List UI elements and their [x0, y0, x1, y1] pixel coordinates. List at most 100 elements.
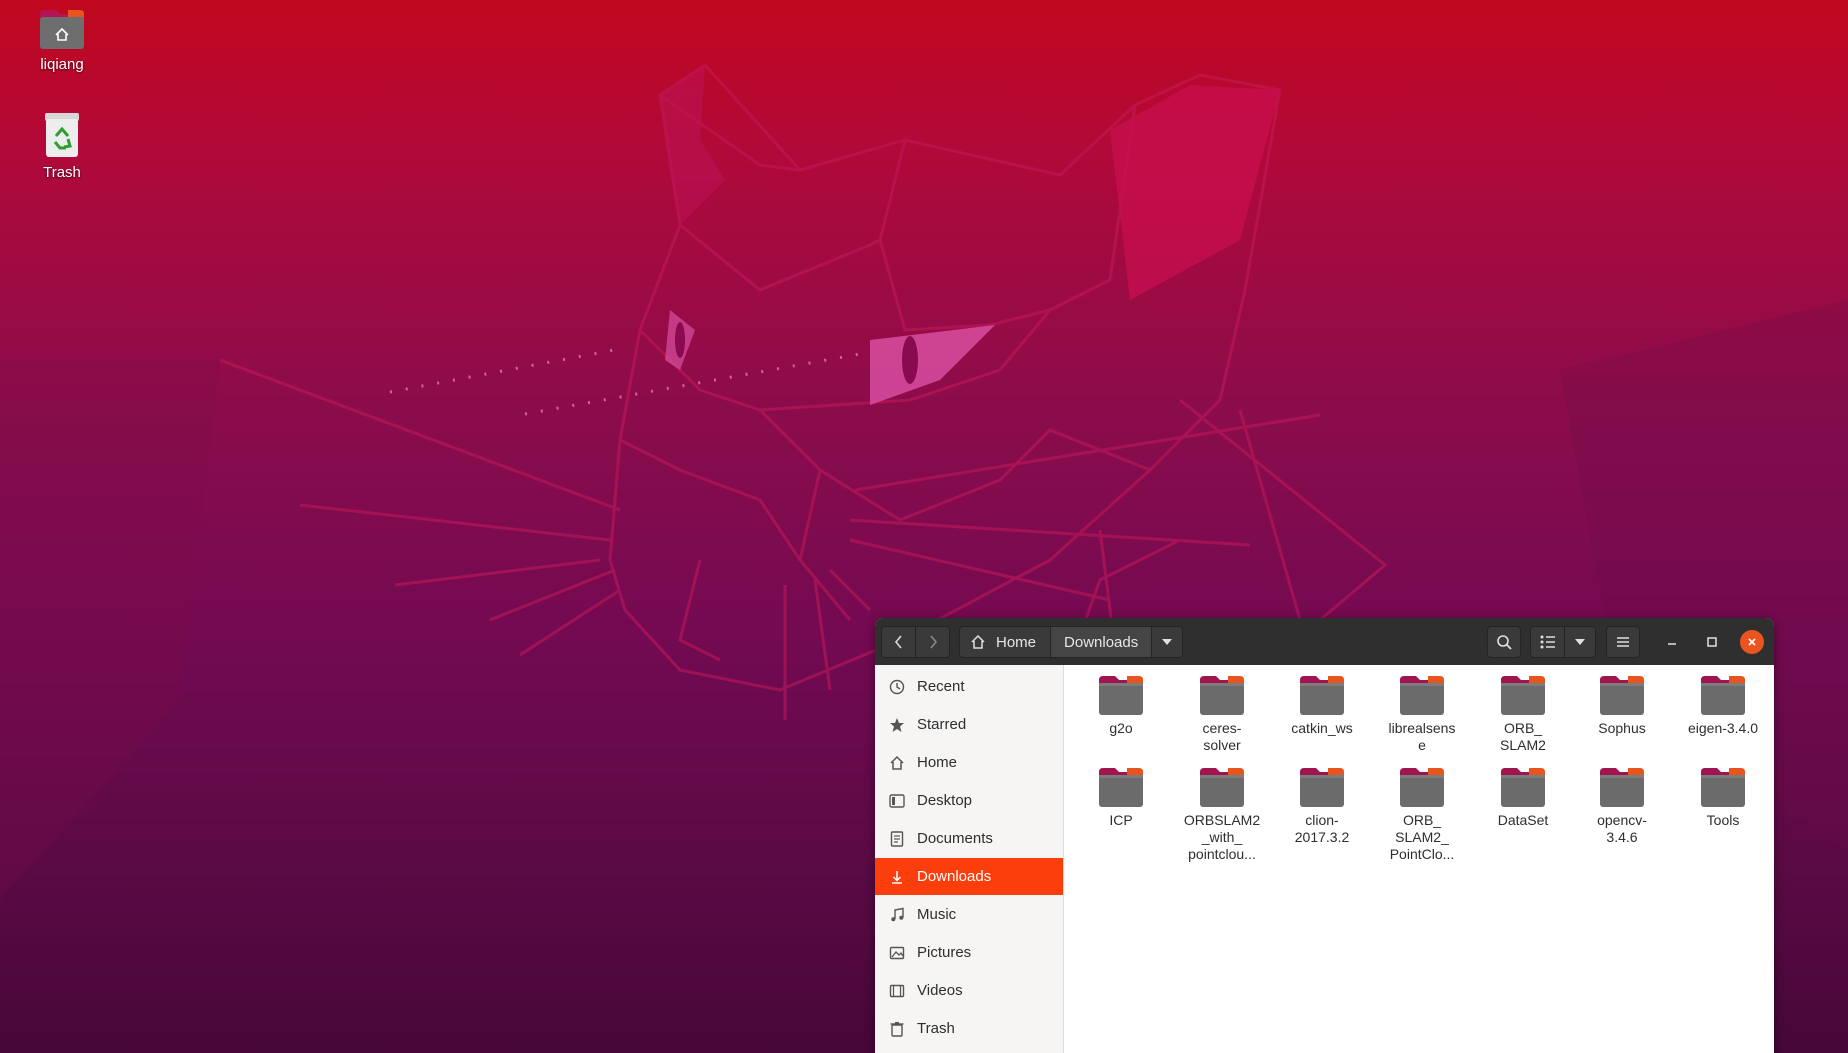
folder-name: librealsens e — [1388, 720, 1456, 753]
file-grid: g2o ceres- solver catkin_ws librealsens e OR… — [1064, 665, 1774, 1053]
chevron-right-icon — [929, 635, 937, 649]
desktop-icon-label: liqiang — [40, 56, 84, 73]
maximize-button[interactable] — [1700, 630, 1724, 654]
desktop-icon — [889, 793, 905, 808]
folder-icon — [1300, 676, 1344, 715]
folder-icon — [1200, 768, 1244, 807]
sidebar-item-starred[interactable]: Starred — [875, 706, 1063, 743]
folder-icon — [1701, 768, 1745, 807]
folder-item[interactable]: Sophus — [1576, 674, 1668, 737]
folder-name: Tools — [1706, 812, 1740, 828]
sidebar-item-label: Music — [917, 906, 957, 923]
path-menu-button[interactable] — [1152, 626, 1184, 658]
close-icon — [1748, 638, 1756, 646]
folder-item[interactable]: ORB_ SLAM2_ PointClo... — [1376, 766, 1468, 863]
main-menu-button[interactable] — [1606, 626, 1640, 658]
folder-icon — [1600, 768, 1644, 807]
sidebar-item-label: Documents — [917, 830, 993, 847]
header-bar: Home Downloads — [875, 618, 1774, 666]
folder-item[interactable]: ceres- solver — [1176, 674, 1268, 754]
folder-item[interactable]: DataSet — [1477, 766, 1569, 829]
folder-item[interactable]: opencv- 3.4.6 — [1576, 766, 1668, 846]
folder-icon — [1099, 676, 1143, 715]
desktop-icon-label: Trash — [43, 164, 81, 181]
chevron-left-icon — [894, 635, 902, 649]
sidebar-item-music[interactable]: Music — [875, 896, 1063, 933]
caret-down-icon — [1162, 639, 1173, 645]
file-manager-window: Home Downloads Recent Starred Home Deskt… — [875, 618, 1774, 1053]
folder-icon — [1200, 676, 1244, 715]
home-folder-icon — [40, 10, 84, 49]
home-icon — [971, 634, 985, 649]
folder-item[interactable]: librealsens e — [1376, 674, 1468, 754]
folder-name: DataSet — [1497, 812, 1549, 828]
folder-icon — [1600, 676, 1644, 715]
maximize-icon — [1707, 637, 1717, 647]
music-icon — [891, 907, 904, 921]
picture-icon — [889, 946, 905, 959]
sidebar-item-label: Desktop — [917, 792, 973, 809]
star-icon — [890, 717, 904, 732]
folder-item[interactable]: clion- 2017.3.2 — [1276, 766, 1368, 846]
folder-name: catkin_ws — [1291, 720, 1353, 736]
sidebar-item-label: Downloads — [917, 868, 992, 885]
sidebar-item-home[interactable]: Home — [875, 744, 1063, 781]
folder-name: ORB_ SLAM2 — [1500, 720, 1546, 753]
minimize-button[interactable] — [1660, 630, 1684, 654]
sidebar-item-documents[interactable]: Documents — [875, 820, 1063, 857]
folder-item[interactable]: g2o — [1075, 674, 1167, 737]
view-options-button[interactable] — [1564, 626, 1596, 658]
folder-item[interactable]: ORB_ SLAM2 — [1477, 674, 1569, 754]
sidebar-item-label: Home — [917, 754, 958, 771]
folder-icon — [1400, 676, 1444, 715]
video-icon — [889, 984, 905, 997]
folder-name: ORB_ SLAM2_ PointClo... — [1389, 812, 1455, 862]
folder-name: ORBSLAM2 _with_ pointclou... — [1183, 812, 1261, 862]
sidebar-item-pictures[interactable]: Pictures — [875, 934, 1063, 971]
breadcrumb-home-label: Home — [996, 633, 1037, 651]
home-icon — [890, 755, 904, 770]
minimize-icon — [1668, 643, 1676, 645]
folder-item[interactable]: catkin_ws — [1276, 674, 1368, 737]
forward-button[interactable] — [915, 626, 950, 658]
folder-icon — [1300, 768, 1344, 807]
folder-name: clion- 2017.3.2 — [1294, 812, 1350, 845]
desktop-home-folder[interactable]: liqiang — [2, 8, 122, 73]
folder-name: eigen-3.4.0 — [1687, 720, 1759, 736]
folder-item[interactable]: eigen-3.4.0 — [1677, 674, 1769, 737]
close-button[interactable] — [1740, 630, 1764, 654]
sidebar-item-desktop[interactable]: Desktop — [875, 782, 1063, 819]
search-icon — [1497, 635, 1512, 650]
folder-name: ceres- solver — [1202, 720, 1242, 753]
breadcrumb-home[interactable]: Home — [959, 626, 1052, 658]
sidebar-item-trash[interactable]: Trash — [875, 1010, 1063, 1047]
view-mode-button[interactable] — [1530, 626, 1565, 658]
hamburger-icon — [1617, 637, 1629, 647]
sidebar-item-label: Recent — [917, 678, 965, 695]
folder-icon — [1501, 676, 1545, 715]
folder-name: g2o — [1109, 720, 1133, 736]
breadcrumb-current-label: Downloads — [1064, 633, 1139, 651]
folder-item[interactable]: Tools — [1677, 766, 1769, 829]
sidebar-item-recent[interactable]: Recent — [875, 668, 1063, 705]
document-icon — [890, 830, 904, 847]
clock-icon — [889, 679, 905, 694]
folder-icon — [1501, 768, 1545, 807]
back-button[interactable] — [881, 626, 916, 658]
caret-down-icon — [1575, 639, 1585, 645]
search-button[interactable] — [1487, 626, 1521, 658]
folder-item[interactable]: ICP — [1075, 766, 1167, 829]
breadcrumb-downloads[interactable]: Downloads — [1051, 626, 1153, 658]
desktop-trash[interactable]: Trash — [2, 112, 122, 181]
trash-icon — [890, 1021, 904, 1037]
sidebar-item-downloads[interactable]: Downloads — [875, 858, 1063, 895]
folder-icon — [1400, 768, 1444, 807]
sidebar-item-label: Trash — [917, 1020, 955, 1037]
trash-icon — [45, 113, 79, 157]
breadcrumb: Home Downloads — [959, 626, 1184, 658]
desktop: liqiang Trash Home Downloads Recent Star… — [0, 0, 1848, 1053]
sidebar: Recent Starred Home Desktop Documents Do… — [875, 665, 1064, 1053]
sidebar-item-videos[interactable]: Videos — [875, 972, 1063, 1009]
list-view-icon — [1540, 635, 1555, 649]
folder-item[interactable]: ORBSLAM2 _with_ pointclou... — [1176, 766, 1268, 863]
